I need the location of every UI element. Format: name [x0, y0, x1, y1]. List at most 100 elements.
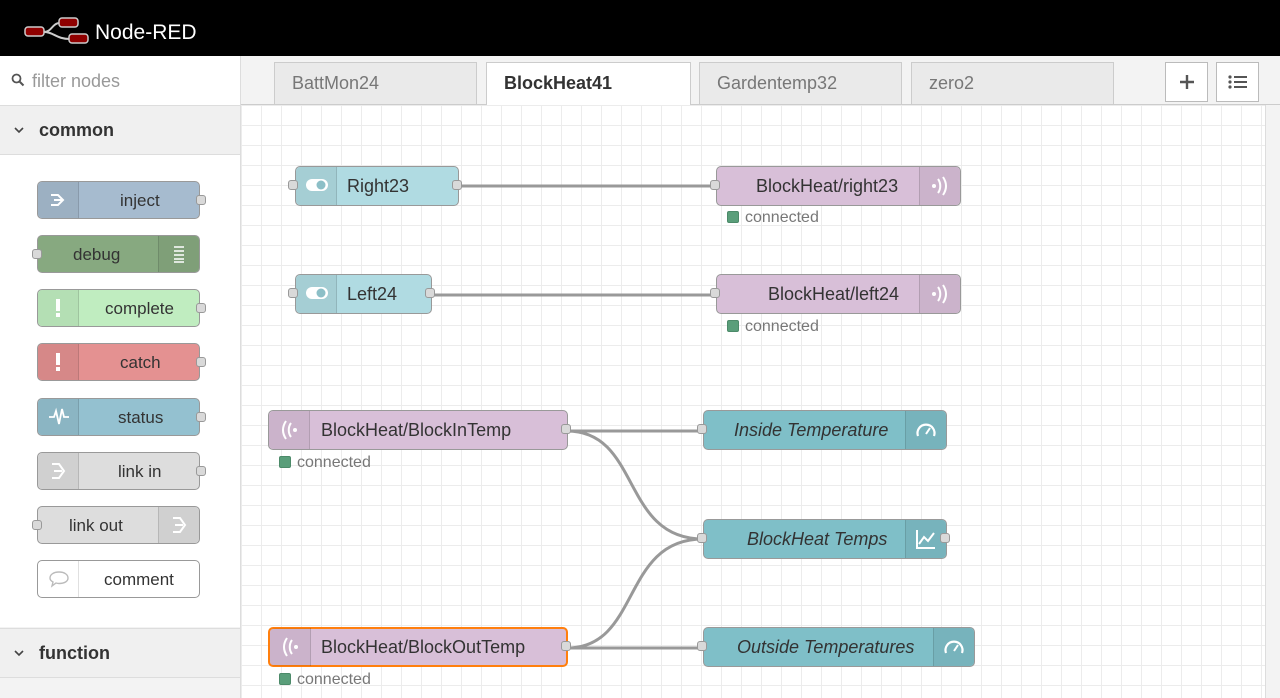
debug-list-icon	[174, 246, 184, 263]
node-label: BlockHeat/right23	[756, 176, 899, 196]
tab-label: zero2	[929, 73, 975, 93]
tab-label: BattMon24	[292, 73, 380, 93]
node-status: connected	[727, 209, 819, 227]
output-port[interactable]	[452, 180, 462, 190]
chevron-down-icon	[14, 127, 24, 134]
palette-category-common[interactable]: common	[0, 106, 240, 155]
output-port	[196, 357, 206, 367]
palette-node-label: link out	[69, 516, 123, 535]
node-label: BlockHeat/BlockInTemp	[321, 420, 512, 440]
palette-node-label: comment	[104, 570, 174, 589]
link-arrow-icon	[52, 463, 66, 479]
palette-node-catch[interactable]: catch	[37, 343, 206, 381]
mqtt-broadcast-icon	[932, 176, 947, 196]
status-indicator	[279, 673, 291, 685]
output-port[interactable]	[940, 533, 950, 543]
canvas-scrollbar[interactable]	[1265, 105, 1280, 698]
palette-category-function[interactable]: function	[0, 628, 240, 678]
output-port[interactable]	[561, 424, 571, 434]
tab-battmon24[interactable]: BattMon24	[274, 62, 477, 104]
flow-node-outside-temperatures[interactable]: Outside Temperatures	[697, 627, 975, 667]
palette-node-label: inject	[120, 191, 160, 210]
gauge-icon	[916, 423, 936, 437]
exclamation-icon	[56, 299, 60, 317]
input-port[interactable]	[710, 180, 720, 190]
search-icon	[11, 73, 25, 87]
speech-bubble-icon	[49, 571, 69, 588]
status-indicator	[727, 211, 739, 223]
palette-node-link-out[interactable]: link out	[32, 506, 200, 544]
category-label: function	[39, 643, 110, 663]
line-chart-icon	[916, 530, 935, 549]
output-port[interactable]	[425, 288, 435, 298]
input-port[interactable]	[697, 424, 707, 434]
flow-node-blockheat-blockintemp[interactable]: BlockHeat/BlockInTemp	[268, 410, 571, 450]
output-port	[196, 303, 206, 313]
flow-node-inside-temperature[interactable]: Inside Temperature	[697, 410, 947, 450]
flow-canvas[interactable]: Right23 BlockHeat/right23 connected Left…	[241, 105, 1265, 698]
palette-node-complete[interactable]: complete	[37, 289, 206, 327]
category-label: common	[39, 120, 115, 140]
palette-node-label: link in	[118, 462, 162, 481]
palette-node-debug[interactable]: debug	[32, 235, 200, 273]
node-label: BlockHeat Temps	[747, 529, 888, 549]
workspace-tabs: BattMon24 BlockHeat41 Gardentemp32 zero2	[241, 56, 1280, 105]
node-red-logo-icon	[24, 17, 89, 44]
tab-label: BlockHeat41	[504, 73, 613, 93]
tab-label: Gardentemp32	[717, 73, 838, 93]
heartbeat-icon	[49, 407, 69, 425]
palette-nodes-list: inject debug complete catch status link …	[0, 155, 240, 627]
toggle-switch-icon	[306, 287, 328, 299]
output-port	[196, 412, 206, 422]
palette-node-comment[interactable]: comment	[37, 560, 200, 598]
app-title: Node-RED	[95, 21, 197, 44]
mqtt-broadcast-icon	[282, 420, 297, 440]
tab-blockheat41[interactable]: BlockHeat41	[486, 62, 691, 105]
wire	[566, 429, 704, 541]
node-palette: common inject debug complete catch	[0, 56, 241, 698]
palette-node-link-in[interactable]: link in	[37, 452, 206, 490]
flow-node-blockheat-right23[interactable]: BlockHeat/right23	[710, 166, 961, 206]
flow-node-blockheat-left24[interactable]: BlockHeat/left24	[710, 274, 961, 314]
flow-node-blockheat-blockouttemp[interactable]: BlockHeat/BlockOutTemp	[268, 627, 571, 667]
mqtt-broadcast-icon	[932, 284, 947, 304]
input-port[interactable]	[288, 180, 298, 190]
palette-node-label: catch	[120, 353, 161, 372]
node-status: connected	[727, 318, 819, 336]
flow-node-right23[interactable]: Right23	[288, 166, 462, 206]
node-label: BlockHeat/BlockOutTemp	[321, 637, 526, 657]
output-port	[196, 195, 206, 205]
status-indicator	[727, 320, 739, 332]
node-label: Inside Temperature	[734, 420, 889, 440]
tab-gardentemp32[interactable]: Gardentemp32	[699, 62, 902, 104]
mqtt-broadcast-icon	[283, 637, 298, 657]
input-port	[32, 249, 42, 259]
palette-filter	[0, 56, 240, 106]
palette-node-status[interactable]: status	[37, 398, 206, 436]
chevron-down-icon	[14, 650, 24, 657]
node-status: connected	[279, 671, 371, 689]
tab-zero2[interactable]: zero2	[911, 62, 1114, 104]
link-arrow-icon	[173, 517, 187, 533]
palette-node-label: complete	[105, 299, 174, 318]
input-port[interactable]	[697, 641, 707, 651]
plus-icon	[1180, 75, 1194, 89]
node-status: connected	[279, 454, 371, 472]
list-icon	[1228, 75, 1247, 89]
palette-node-label: debug	[73, 245, 121, 264]
list-flows-button[interactable]	[1216, 62, 1259, 102]
palette-node-inject[interactable]: inject	[37, 181, 206, 219]
add-tab-button[interactable]	[1165, 62, 1208, 102]
input-port[interactable]	[288, 288, 298, 298]
input-port[interactable]	[710, 288, 720, 298]
app-header: Node-RED	[0, 0, 1280, 56]
input-port[interactable]	[697, 533, 707, 543]
node-label: Left24	[347, 284, 398, 304]
status-indicator	[279, 456, 291, 468]
flow-node-blockheat-temps[interactable]: BlockHeat Temps	[697, 519, 950, 559]
flow-node-left24[interactable]: Left24	[288, 274, 435, 314]
inject-arrow-icon	[51, 194, 65, 206]
output-port[interactable]	[561, 641, 571, 651]
filter-nodes-input[interactable]	[32, 68, 232, 94]
exclamation-icon	[56, 353, 60, 371]
